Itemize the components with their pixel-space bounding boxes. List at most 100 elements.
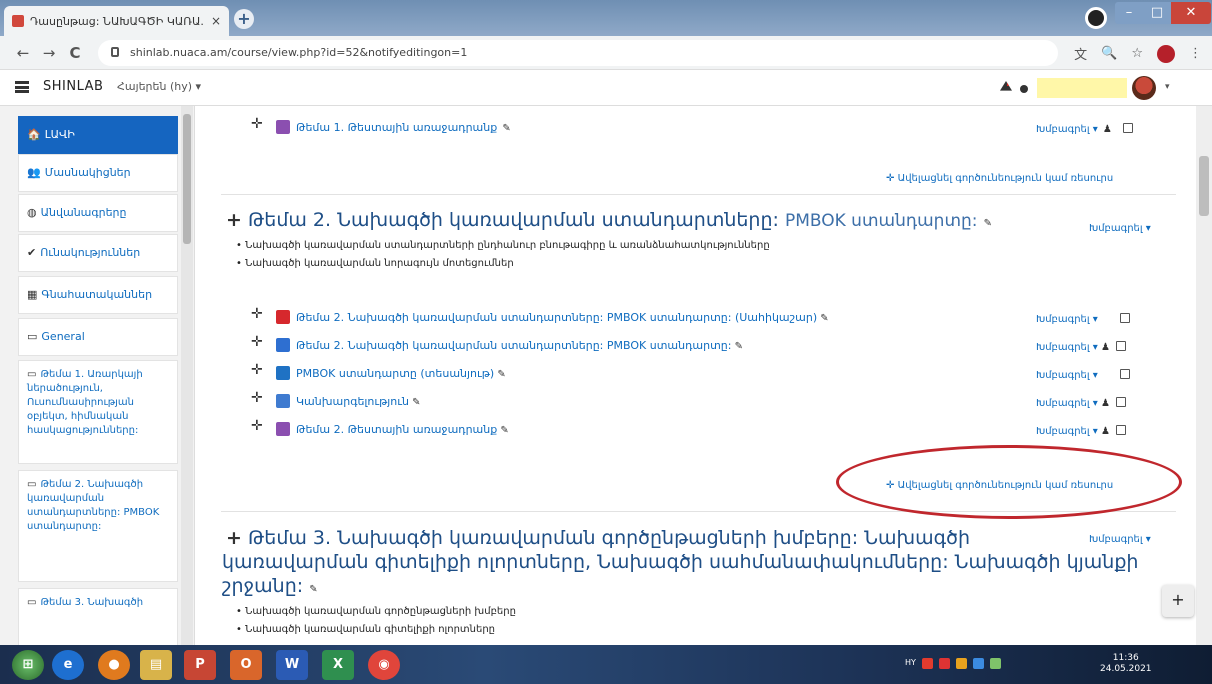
back-button[interactable]: ←: [14, 44, 32, 62]
add-block-button[interactable]: +: [1162, 585, 1194, 617]
completion-checkbox[interactable]: [1119, 368, 1130, 379]
site-brand[interactable]: SHINLAB: [43, 79, 103, 94]
edit-menu[interactable]: Խմբագրել ▾: [1036, 398, 1098, 409]
clock[interactable]: 11:36 24.05.2021: [1100, 653, 1152, 675]
drawer-toggle-icon[interactable]: [15, 81, 29, 93]
edit-menu[interactable]: Խմբագրել ▾: [1036, 342, 1098, 353]
excel-icon[interactable]: X: [322, 650, 354, 680]
edit-title-icon[interactable]: ✎: [494, 369, 505, 380]
sidebar-item-grades[interactable]: ▦ Գնահատականներ: [18, 276, 178, 314]
activity-link[interactable]: PMBOK ստանդարտը (տեսանյութ): [296, 367, 494, 380]
address-bar[interactable]: shinlab.nuaca.am/course/view.php?id=52&n…: [98, 40, 1058, 66]
edit-title-icon[interactable]: ✎: [731, 341, 743, 352]
activity-row[interactable]: Թեմա 2. Նախագծի կառավարման ստանդարտները:…: [276, 306, 829, 325]
new-tab-button[interactable]: +: [234, 9, 254, 29]
sidebar-item-topic-2[interactable]: ▭ Թեմա 2. Նախագծի կառավարման ստանդարտները…: [18, 470, 178, 582]
activity-link[interactable]: Թեմա 1. Թեստային առաջադրանք: [296, 121, 497, 134]
forward-button[interactable]: →: [40, 44, 58, 62]
close-tab-icon[interactable]: ×: [211, 14, 221, 28]
ie-icon[interactable]: e: [52, 650, 84, 680]
sidebar-item-home[interactable]: 🏠 ԼԱՎԻ: [18, 116, 178, 154]
move-handle-icon[interactable]: ✛: [251, 334, 263, 350]
chrome-icon[interactable]: ◉: [368, 650, 400, 680]
sidebar-item-general[interactable]: ▭ General: [18, 318, 178, 356]
language-menu[interactable]: Հայերեն (hy) ▾: [117, 80, 201, 93]
assign-roles-icon[interactable]: ♟: [1103, 124, 1112, 135]
sidebar-item-competencies[interactable]: ✔ Ունակություններ: [18, 234, 178, 272]
lang-indicator[interactable]: HY: [905, 658, 916, 669]
assign-roles-icon[interactable]: ♟: [1098, 398, 1110, 409]
tray-app-icon[interactable]: [921, 658, 933, 669]
page-scroll-thumb[interactable]: [1199, 156, 1209, 216]
firefox-icon[interactable]: ●: [98, 650, 130, 680]
sidebar-item-topic-3[interactable]: ▭ Թեմա 3. Նախագծի: [18, 588, 178, 645]
sidebar-scroll-thumb[interactable]: [183, 114, 191, 244]
minimize-button[interactable]: –: [1115, 2, 1143, 24]
activity-row[interactable]: Կանխարգելություն ✎: [276, 390, 421, 409]
edit-title-icon[interactable]: ✎: [497, 425, 508, 436]
edit-section-title-icon[interactable]: ✎: [984, 218, 992, 229]
activity-link[interactable]: Թեմա 2. Թեստային առաջադրանք: [296, 423, 497, 436]
edit-section-title-icon[interactable]: ✎: [309, 584, 317, 595]
edit-title-icon[interactable]: ✎: [502, 123, 510, 134]
activity-link[interactable]: Թեմա 2. Նախագծի կառավարման ստանդարտները:…: [296, 339, 731, 352]
sidebar-item-topic-1[interactable]: ▭ Թեմա 1. Առարկայի ներածություն, Ուսումնա…: [18, 360, 178, 464]
tray-app-icon[interactable]: [955, 658, 967, 669]
browser-tab[interactable]: Դասընթաց: ՆԱԽԱԳԾԻ ԿԱՌԱ... ×: [4, 6, 229, 36]
close-window-button[interactable]: ✕: [1171, 2, 1211, 24]
add-activity-link[interactable]: ✛ Ավելացնել գործունեություն կամ ռեսուրս: [886, 173, 1113, 184]
notification-bell-icon[interactable]: [1000, 81, 1012, 91]
activity-row[interactable]: Թեմա 2. Նախագծի կառավարման ստանդարտները:…: [276, 334, 743, 353]
activity-row[interactable]: PMBOK ստանդարտը (տեսանյութ) ✎: [276, 362, 506, 381]
section-2-edit-menu[interactable]: Խմբագրել ▾: [1089, 223, 1151, 234]
move-section-icon[interactable]: +: [226, 209, 242, 231]
edit-menu[interactable]: Խմբագրել ▾: [1036, 426, 1098, 437]
move-handle-icon[interactable]: ✛: [251, 116, 263, 132]
messages-icon[interactable]: [1020, 85, 1028, 93]
completion-checkbox[interactable]: [1119, 312, 1130, 323]
office-icon[interactable]: O: [230, 650, 262, 680]
profile-icon[interactable]: [1157, 44, 1175, 63]
move-section-icon[interactable]: +: [226, 527, 242, 549]
browser-menu-icon[interactable]: ⋮: [1189, 46, 1202, 61]
volume-icon[interactable]: [989, 658, 1001, 669]
network-icon[interactable]: [972, 658, 984, 669]
start-button[interactable]: ⊞: [12, 650, 44, 680]
activity-row[interactable]: Թեմա 2. Թեստային առաջադրանք ✎: [276, 418, 509, 437]
move-handle-icon[interactable]: ✛: [251, 390, 263, 406]
powerpoint-icon[interactable]: P: [184, 650, 216, 680]
avatar[interactable]: [1132, 76, 1156, 100]
edit-menu[interactable]: Խմբագրել ▾: [1036, 314, 1098, 325]
translate-icon[interactable]: 文: [1074, 44, 1087, 63]
bookmark-star-icon[interactable]: ☆: [1131, 46, 1143, 61]
move-handle-icon[interactable]: ✛: [251, 306, 263, 322]
edit-menu[interactable]: Խմբագրել ▾: [1036, 370, 1098, 381]
zoom-icon[interactable]: 🔍: [1101, 46, 1117, 61]
assign-roles-icon[interactable]: ♟: [1098, 426, 1110, 437]
activity-link[interactable]: Կանխարգելություն: [296, 395, 409, 408]
edit-title-icon[interactable]: ✎: [817, 313, 828, 324]
sidebar-item-badges[interactable]: ◍ Անվանագրերը: [18, 194, 178, 232]
maximize-button[interactable]: □: [1143, 2, 1171, 24]
move-handle-icon[interactable]: ✛: [251, 418, 263, 434]
completion-checkbox[interactable]: [1122, 122, 1133, 133]
activity-link[interactable]: Թեմա 2. Նախագծի կառավարման ստանդարտները:…: [296, 311, 817, 324]
user-name-redacted[interactable]: [1037, 78, 1127, 98]
completion-checkbox[interactable]: [1115, 424, 1126, 435]
reload-button[interactable]: C: [66, 44, 84, 62]
edit-menu[interactable]: Խմբագրել ▾: [1036, 124, 1098, 135]
edit-title-icon[interactable]: ✎: [409, 397, 420, 408]
file-explorer-icon[interactable]: ▤: [140, 650, 172, 680]
user-menu-caret-icon[interactable]: ▾: [1165, 82, 1170, 92]
sidebar-item-participants[interactable]: 👥 Մասնակիցներ: [18, 154, 178, 192]
word-icon[interactable]: W: [276, 650, 308, 680]
activity-row[interactable]: Թեմա 1. Թեստային առաջադրանք ✎: [276, 116, 511, 135]
move-handle-icon[interactable]: ✛: [251, 362, 263, 378]
completion-checkbox[interactable]: [1115, 340, 1126, 351]
assign-roles-icon[interactable]: ♟: [1098, 342, 1110, 353]
record-icon[interactable]: [1085, 7, 1107, 29]
add-activity-row[interactable]: ✛ Ավելացնել գործունեություն կամ ռեսուրս: [886, 166, 1113, 185]
tray-app-icon[interactable]: [938, 658, 950, 669]
completion-checkbox[interactable]: [1115, 396, 1126, 407]
section-3-edit-menu[interactable]: Խմբագրել ▾: [1089, 534, 1151, 545]
